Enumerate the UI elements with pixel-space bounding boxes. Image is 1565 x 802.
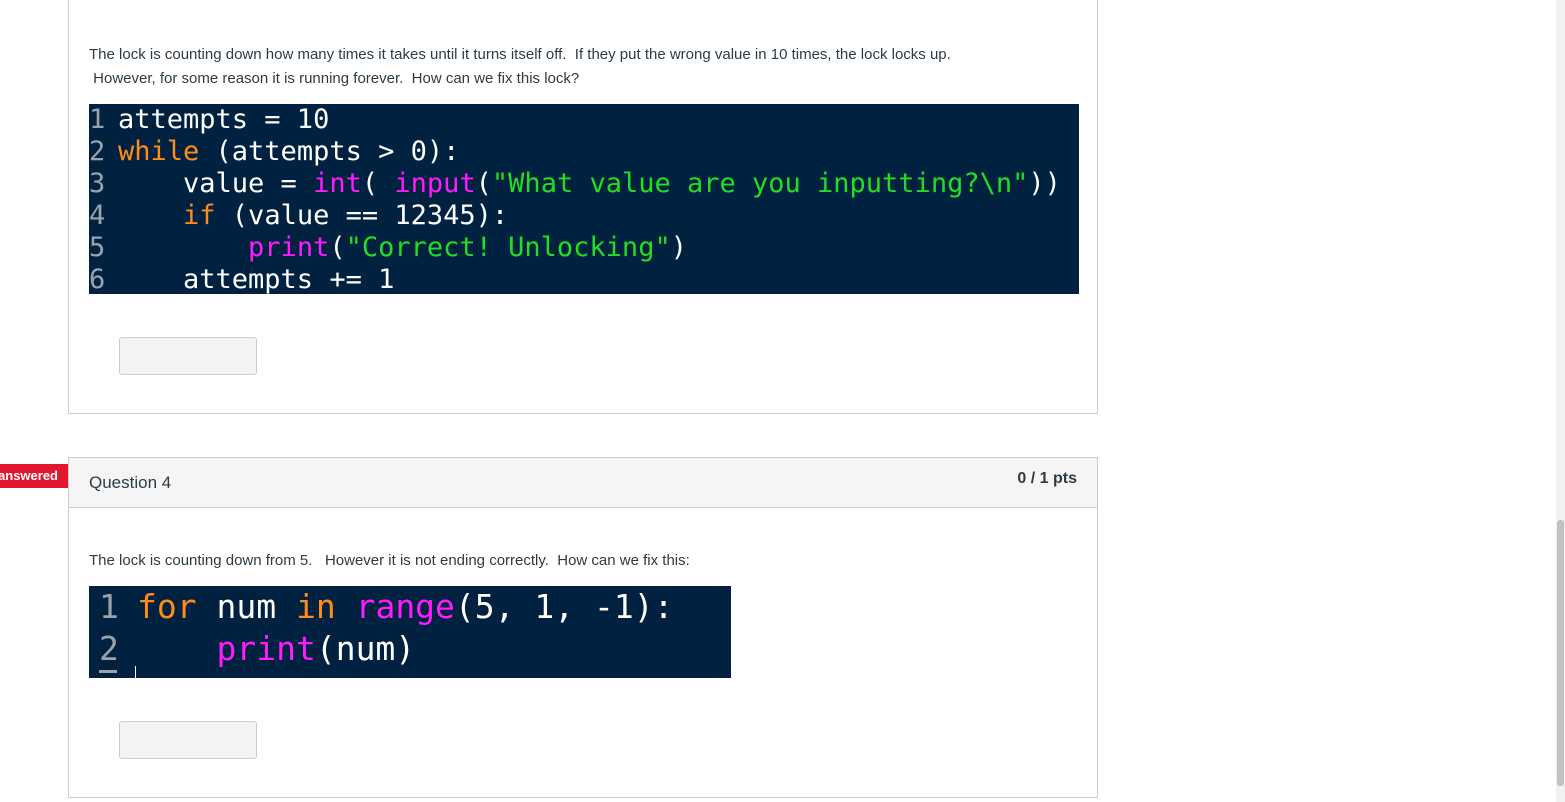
code-function: input: [394, 168, 476, 199]
question-3-code-block: 1 attempts = 10 2 while (attempts > 0): 3 …: [89, 104, 1079, 294]
line-number: 4: [89, 200, 106, 231]
question-3-card: The lock is counting down how many times…: [68, 0, 1098, 414]
line-number: 2: [99, 629, 119, 668]
question-4-answer-input[interactable]: [119, 721, 257, 759]
question-4-card: Question 4 0 / 1 pts The lock is countin…: [68, 457, 1098, 798]
code-text: (attempts > 0):: [199, 136, 460, 167]
line-number: 2: [89, 136, 106, 167]
scrollbar-thumb[interactable]: [1557, 520, 1564, 786]
question-points: 0 / 1 pts: [1017, 470, 1077, 487]
text-cursor: [135, 666, 136, 678]
question-4-code-block: 1 for num in range(5, 1, -1): 2 print(num…: [89, 586, 731, 678]
code-text: attempts = 10: [118, 104, 330, 135]
question-4-text: The lock is counting down from 5. Howeve…: [89, 552, 690, 569]
code-line-2: 2 while (attempts > 0):: [89, 136, 1079, 168]
code-function: int: [313, 168, 362, 199]
code-text: (value == 12345):: [215, 200, 509, 231]
code-keyword: in: [295, 587, 336, 626]
code-text: ): [670, 232, 687, 263]
code-text: )): [1028, 168, 1061, 199]
code-keyword: while: [118, 136, 200, 167]
question-3-text-line-1: The lock is counting down how many times…: [89, 46, 951, 63]
code-line-5: 5 print("Correct! Unlocking"): [89, 232, 1079, 264]
code-keyword: for: [137, 587, 197, 626]
code-line-6: 6 attempts += 1: [89, 264, 1079, 294]
code-string: "Correct! Unlocking": [345, 232, 671, 263]
code-text: attempts += 1: [118, 264, 395, 294]
line-number: 3: [89, 168, 106, 199]
code-text: (: [475, 168, 492, 199]
line-number: 1: [89, 104, 106, 135]
question-3-answer-input[interactable]: [119, 337, 257, 375]
code-line-4: 4 if (value == 12345):: [89, 200, 1079, 232]
code-keyword: if: [183, 200, 216, 231]
question-3-text-line-2: However, for some reason it is running f…: [89, 70, 580, 87]
question-title: Question 4: [89, 473, 172, 492]
line-number-peek: [99, 670, 117, 673]
code-line-1: 1 attempts = 10: [89, 104, 1079, 136]
code-text: (: [361, 168, 395, 199]
code-text: num: [196, 587, 296, 626]
code-line-3: 3 value = int( input("What value are you…: [89, 168, 1079, 200]
code-line-2: 2 print(num): [89, 628, 731, 670]
question-4-header: Question 4 0 / 1 pts: [69, 458, 1097, 508]
code-text: value =: [118, 168, 314, 199]
line-number: 6: [89, 264, 106, 294]
unanswered-badge-label: Unanswered: [0, 468, 58, 483]
code-text: (5, 1, -1):: [454, 587, 674, 626]
code-text: (: [329, 232, 346, 263]
code-string: "What value are you inputting?\n": [491, 168, 1029, 199]
code-function: print: [216, 629, 316, 668]
code-text: (num): [315, 629, 416, 668]
line-number: 5: [89, 232, 106, 263]
code-line-1: 1 for num in range(5, 1, -1):: [89, 586, 731, 628]
line-number: 1: [99, 587, 119, 626]
code-function: range: [355, 587, 455, 626]
code-function: print: [248, 232, 330, 263]
page-scrollbar[interactable]: [1556, 0, 1565, 802]
